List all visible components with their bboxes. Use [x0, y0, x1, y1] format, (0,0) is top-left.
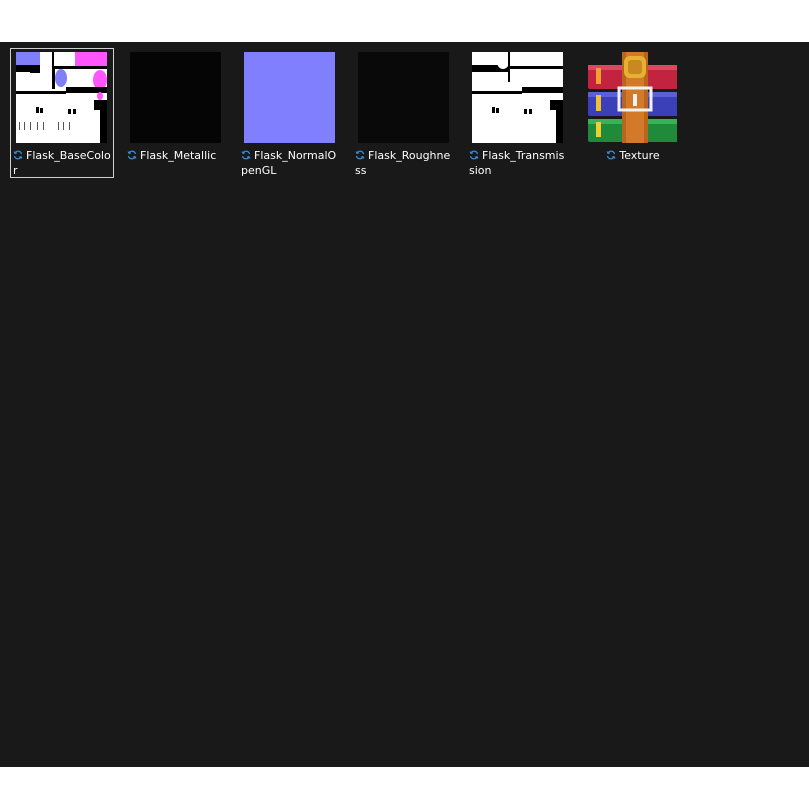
file-explorer-view: Flask_BaseColor Flask_Metallic Flask_Nor…: [0, 42, 809, 767]
file-name-label: Flask_NormalOpenGL: [241, 149, 337, 177]
sync-icon: [127, 150, 137, 160]
sync-icon: [13, 150, 23, 160]
normal-map-thumbnail: [244, 52, 335, 143]
roughness-thumbnail: [358, 52, 449, 143]
sync-icon: [241, 150, 251, 160]
file-item-flask-normalopengl[interactable]: Flask_NormalOpenGL: [238, 48, 342, 178]
winrar-archive-icon: [586, 52, 677, 143]
file-item-flask-transmission[interactable]: Flask_Transmission: [466, 48, 570, 178]
file-name-label: Flask_Transmission: [469, 149, 565, 177]
file-item-flask-metallic[interactable]: Flask_Metallic: [124, 48, 228, 178]
file-name-label: Texture: [619, 149, 660, 162]
file-name-label: Flask_Roughness: [355, 149, 451, 177]
sync-icon: [469, 150, 479, 160]
basecolor-thumbnail: [16, 52, 107, 143]
sync-icon: [606, 150, 616, 160]
file-name-label: Flask_Metallic: [140, 149, 217, 162]
file-name-label: Flask_BaseColor: [13, 149, 111, 177]
file-item-flask-basecolor[interactable]: Flask_BaseColor: [10, 48, 114, 178]
sync-icon: [355, 150, 365, 160]
transmission-thumbnail: [472, 52, 563, 143]
file-item-texture[interactable]: Texture: [580, 48, 684, 178]
metallic-thumbnail: [130, 52, 221, 143]
file-item-flask-roughness[interactable]: Flask_Roughness: [352, 48, 456, 178]
